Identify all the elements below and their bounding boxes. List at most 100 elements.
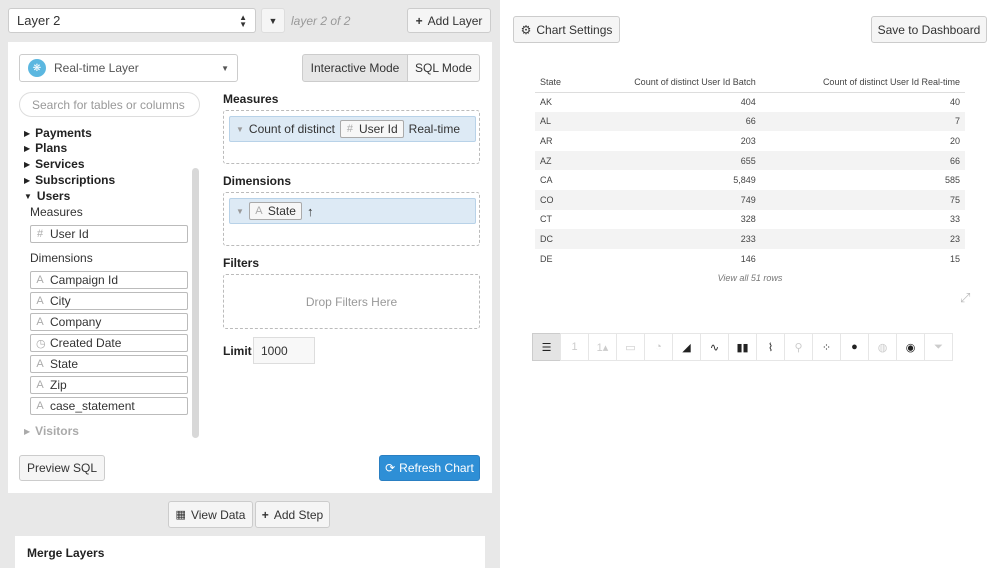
triangle-down-icon: ▼ <box>24 191 32 201</box>
chart-type-button[interactable]: ▮▮ <box>728 333 757 361</box>
chevron-down-icon: ▼ <box>236 124 244 134</box>
tree-scrollbar[interactable] <box>192 168 199 438</box>
measures-dropzone[interactable]: ▼ Count of distinct # User Id Real-time <box>223 110 480 164</box>
triangle-right-icon: ▶ <box>24 143 31 153</box>
limit-input[interactable]: 1000 <box>253 337 315 364</box>
chart-settings-label: Chart Settings <box>536 22 613 37</box>
sql-mode-button[interactable]: SQL Mode <box>407 54 480 82</box>
measures-title: Measures <box>223 92 279 106</box>
chart-type-button[interactable]: 1 <box>560 333 589 361</box>
layer-select[interactable]: Layer 2 ▲ ▼ <box>8 8 256 33</box>
chart-settings-button[interactable]: ⚙ Chart Settings <box>513 16 620 43</box>
dimensions-title: Dimensions <box>223 174 292 188</box>
table-cell: 15 <box>949 253 960 264</box>
view-all-rows-link[interactable]: View all 51 rows <box>535 273 965 283</box>
field-state[interactable]: A State <box>30 355 188 373</box>
text-icon: A <box>36 316 44 328</box>
sort-arrows-icon: ▲ ▼ <box>239 12 247 29</box>
table-cell: CT <box>540 214 552 225</box>
field-user-id[interactable]: # User Id <box>30 225 188 243</box>
tree-table-services[interactable]: ▶ Services <box>24 157 85 171</box>
view-data-label: View Data <box>190 507 246 522</box>
layer-type-select[interactable]: ❋ Real-time Layer ▼ <box>19 54 238 82</box>
view-data-button[interactable]: ▦ View Data <box>168 501 253 528</box>
chart-type-button[interactable]: 1▴ <box>588 333 617 361</box>
interactive-mode-button[interactable]: Interactive Mode <box>302 54 408 82</box>
field-city[interactable]: A City <box>30 292 188 310</box>
tree-table-visitors[interactable]: ▶ Visitors <box>24 424 79 438</box>
chart-type-button[interactable]: ◉ <box>896 333 925 361</box>
save-to-dashboard-button[interactable]: Save to Dashboard <box>871 16 987 43</box>
line-icon: ∿ <box>709 341 720 354</box>
measure-field-chip[interactable]: # User Id <box>339 120 404 138</box>
chart-type-button[interactable]: ⏷ <box>924 333 953 361</box>
column-header-realtime[interactable]: Count of distinct User Id Real-time <box>760 72 965 93</box>
text-icon: A <box>36 274 44 286</box>
field-company[interactable]: A Company <box>30 313 188 331</box>
limit-label: Limit <box>223 344 252 358</box>
table-cell: 23 <box>760 229 965 249</box>
tree-table-label: Users <box>36 189 71 203</box>
tree-table-users[interactable]: ▼ Users <box>24 189 70 203</box>
tree-table-label: Subscriptions <box>35 173 116 187</box>
text-icon: A <box>36 379 44 391</box>
chart-type-button[interactable]: ⌇ <box>756 333 785 361</box>
table-row: AZ 655 66 <box>535 150 965 171</box>
field-campaign-id[interactable]: A Campaign Id <box>30 271 188 289</box>
chevron-down-icon: ▼ <box>236 206 244 216</box>
table-icon: ▦ <box>175 509 186 521</box>
filter-icon: ⏷ <box>934 340 943 353</box>
chart-type-button[interactable]: ⚲ <box>784 333 813 361</box>
table-row: CT 328 33 <box>535 210 965 230</box>
filters-dropzone[interactable]: Drop Filters Here <box>223 274 480 329</box>
table-header-row: State Count of distinct User Id Batch Co… <box>535 72 965 93</box>
layer-menu-button[interactable]: ▼ <box>261 8 285 33</box>
tree-table-plans[interactable]: ▶ Plans <box>24 141 67 155</box>
query-builder-pane: Layer 2 ▲ ▼ ▼ layer 2 of 2 + Add Layer ❋ … <box>0 0 500 568</box>
table-row: AL 66 7 <box>535 111 965 132</box>
field-created-date[interactable]: ◷ Created Date <box>30 334 188 352</box>
table-cell: 233 <box>578 229 761 249</box>
dimensions-dropzone[interactable]: ▼ A State ↑ <box>223 192 480 246</box>
filters-title: Filters <box>223 256 260 270</box>
field-case-statement[interactable]: Acase_statement <box>30 397 188 415</box>
column-header-batch[interactable]: Count of distinct User Id Batch <box>578 72 761 93</box>
table-cell: AK <box>540 97 553 108</box>
measure-pill[interactable]: ▼ Count of distinct # User Id Real-time <box>229 116 476 142</box>
results-table: State Count of distinct User Id Batch Co… <box>535 72 965 268</box>
field-zip[interactable]: A Zip <box>30 376 188 394</box>
progress-icon: ▭ <box>625 341 636 354</box>
sort-ascending-icon[interactable]: ↑ <box>307 204 314 219</box>
field-label: Created Date <box>50 336 122 350</box>
chart-type-button[interactable]: ● <box>840 333 869 361</box>
add-layer-button[interactable]: + Add Layer <box>407 8 491 33</box>
tree-table-subscriptions[interactable]: ▶ Subscriptions <box>24 173 115 187</box>
globe-icon: ◍ <box>877 341 888 354</box>
table-cell: 66 <box>578 111 761 132</box>
triangle-right-icon: ▶ <box>24 159 31 169</box>
refresh-icon: ⟳ <box>385 461 396 475</box>
search-input[interactable]: Search for tables or columns <box>19 92 200 117</box>
column-header-state[interactable]: State <box>535 72 579 93</box>
dimension-field-chip[interactable]: A State <box>248 202 302 220</box>
chart-type-button[interactable]: ▭ <box>616 333 645 361</box>
dimension-pill[interactable]: ▼ A State ↑ <box>229 198 476 224</box>
chart-type-button[interactable]: ◔ <box>644 333 673 361</box>
chart-type-button[interactable]: ◢ <box>672 333 701 361</box>
preview-sql-button[interactable]: Preview SQL <box>19 455 105 481</box>
field-label: Zip <box>50 378 67 392</box>
drop-filters-hint: Drop Filters Here <box>305 294 398 309</box>
expand-icon[interactable]: ⤢ <box>960 290 970 306</box>
refresh-chart-button[interactable]: ⟳ Refresh Chart <box>379 455 480 481</box>
chart-type-button[interactable]: ☰ <box>532 333 561 361</box>
chart-type-button[interactable]: ∿ <box>700 333 729 361</box>
table-cell: DE <box>540 253 553 264</box>
table-cell: 7 <box>760 111 965 132</box>
table-row: CA 5,849 585 <box>535 170 965 190</box>
add-step-button[interactable]: + Add Step <box>255 501 330 528</box>
table-row: AR 203 20 <box>535 131 965 151</box>
chart-type-button[interactable]: ◍ <box>868 333 897 361</box>
tree-table-payments[interactable]: ▶ Payments <box>24 126 92 140</box>
tree-table-label: Payments <box>35 126 92 140</box>
chart-type-button[interactable]: ⁘ <box>812 333 841 361</box>
